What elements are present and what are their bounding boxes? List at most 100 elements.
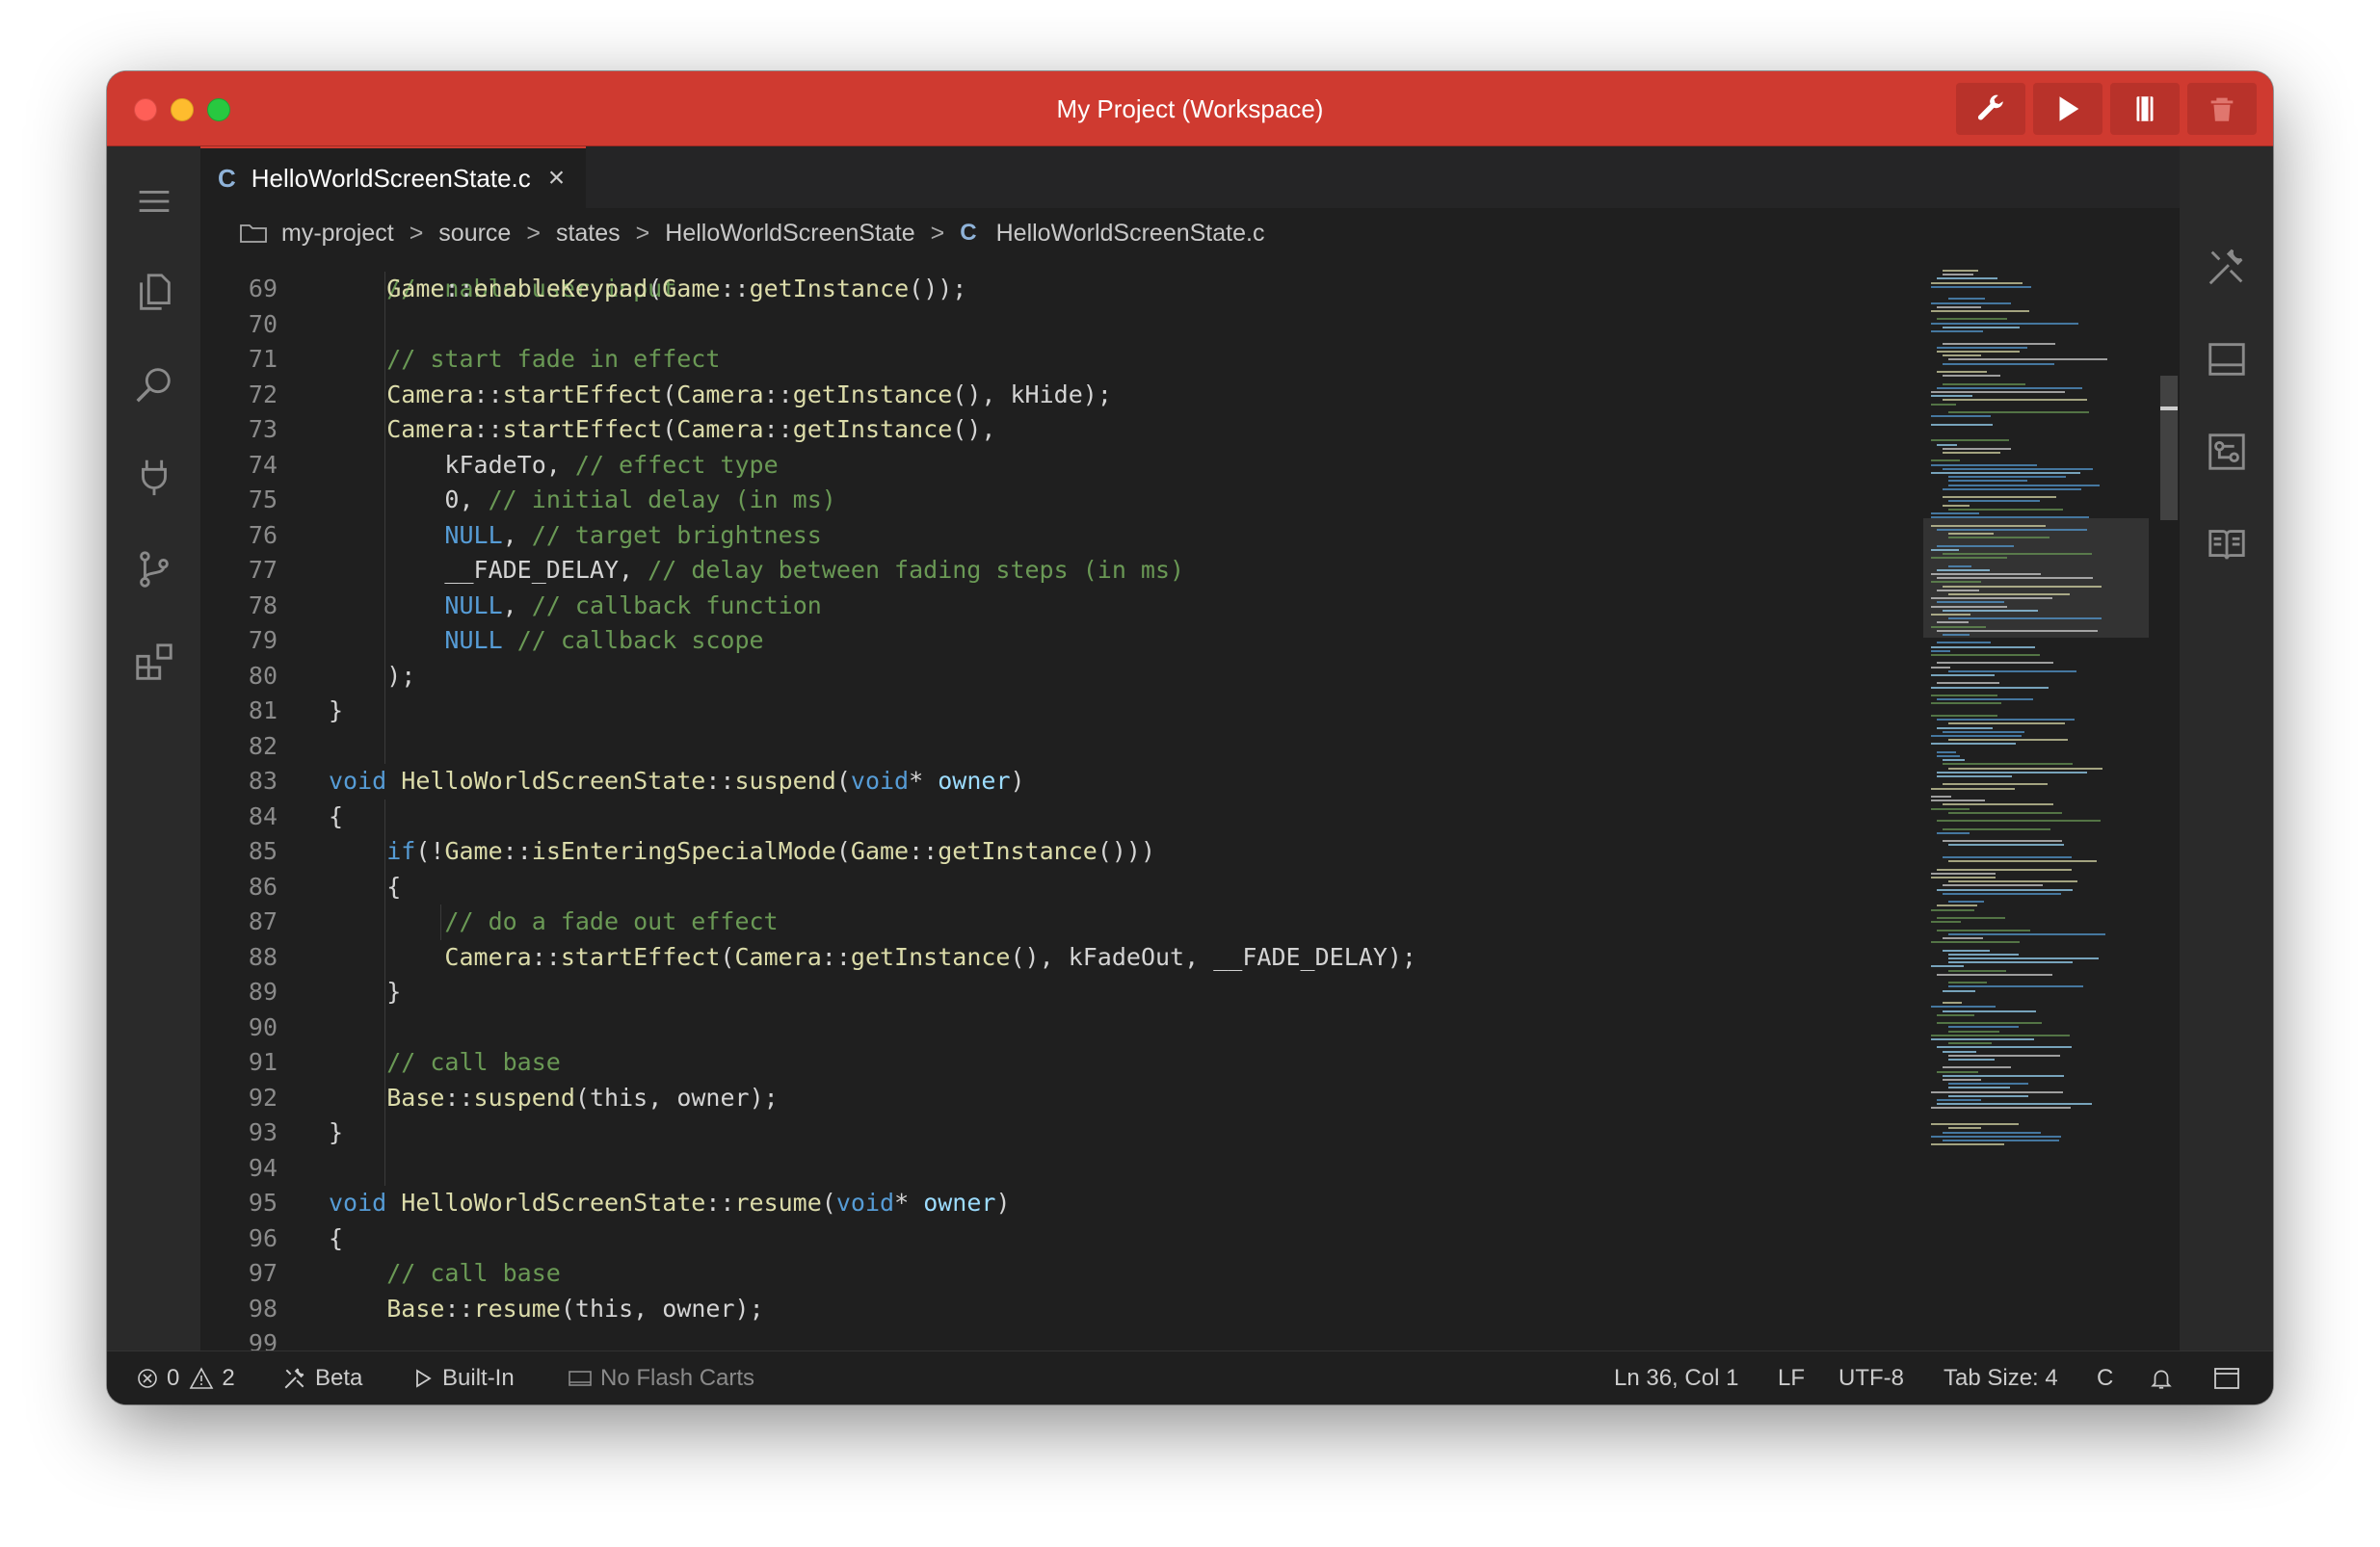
vertical-scrollbar[interactable] [2160, 376, 2178, 520]
minimap-line [1943, 1009, 2037, 1012]
plugins-button[interactable] [130, 453, 178, 501]
c-file-icon: C [960, 220, 977, 246]
minimap-line [1943, 884, 2043, 887]
minimap-line [1948, 957, 2099, 959]
minimap-line [1943, 1050, 1976, 1053]
breadcrumb-item[interactable]: states [556, 220, 621, 248]
minimap-line [1948, 982, 1988, 984]
code-line-partial: // enable user input [200, 258, 1923, 302]
documentation-button[interactable] [2203, 520, 2251, 568]
tab-bar: C HelloWorldScreenState.c × [200, 146, 2180, 208]
tab-size[interactable]: Tab Size: 4 [1944, 1351, 2058, 1404]
minimap-line [1948, 484, 2101, 486]
play-outline-icon [416, 1369, 432, 1388]
bell-icon [2151, 1370, 2172, 1389]
code-line: 76 NULL, // target brightness [200, 518, 1923, 553]
line-number: 91 [248, 1048, 278, 1076]
minimap-line [1937, 888, 2074, 891]
explorer-button[interactable] [130, 268, 178, 316]
breadcrumb-file[interactable]: HelloWorldScreenState.c [996, 220, 1265, 248]
minimap-line [1931, 557, 2007, 560]
code-editor[interactable]: // enable user input 69 Game::enableKeyp… [200, 258, 1923, 1404]
line-number: 94 [248, 1153, 278, 1182]
minimap-line [1937, 771, 2087, 774]
minimap-line [1948, 1087, 2010, 1089]
minimap-line [1943, 892, 2061, 895]
minimap-line [1948, 593, 2071, 595]
close-tab-icon[interactable]: × [548, 162, 566, 195]
minimap-line [1948, 880, 2078, 883]
layout-toggle-button[interactable] [2213, 1351, 2248, 1404]
layout-button[interactable] [2203, 428, 2251, 476]
play-icon [2059, 96, 2079, 121]
folder-icon [240, 224, 267, 243]
minimap-line [1943, 1140, 2060, 1141]
menu-button[interactable] [130, 177, 178, 225]
minimap-line [1948, 617, 2102, 620]
line-number: 81 [248, 696, 278, 724]
flash-cart-selector[interactable]: No Flash Carts [568, 1351, 754, 1404]
source-control-icon [140, 551, 169, 588]
scrollbar-cursor-marker [2160, 406, 2178, 410]
minimap-line [1943, 382, 2026, 385]
minimap-line [1931, 743, 2017, 746]
code-text: NULL // callback scope [444, 626, 764, 654]
code-line: 70 [200, 307, 1923, 342]
code-line: 85 if(!Game::isEnteringSpecialMode(Game:… [200, 834, 1923, 869]
problems-indicator[interactable]: 0 2 [136, 1351, 235, 1404]
search-icon [136, 368, 171, 403]
line-number: 76 [248, 520, 278, 549]
file-encoding[interactable]: UTF-8 [1838, 1351, 1904, 1404]
language-mode[interactable]: C [2097, 1351, 2113, 1404]
minimap-line [1943, 803, 2054, 806]
clean-button[interactable] [2187, 83, 2257, 135]
built-in-emulator[interactable]: Built-In [411, 1351, 515, 1404]
minimap-line [1943, 1131, 2041, 1134]
line-number: 98 [248, 1294, 278, 1323]
minimap-line [1937, 642, 1992, 644]
beta-indicator[interactable]: Beta [282, 1351, 362, 1404]
breadcrumb-item[interactable]: source [438, 220, 511, 248]
tab-hello-world-screen-state[interactable]: C HelloWorldScreenState.c × [200, 146, 586, 208]
cursor-position[interactable]: Ln 36, Col 1 [1614, 1351, 1738, 1404]
minimap-line [1948, 508, 2063, 511]
minimap-line [1937, 544, 2015, 547]
line-number: 77 [248, 556, 278, 584]
extensions-button[interactable] [130, 638, 178, 686]
code-text: } [329, 1118, 344, 1146]
flash-button[interactable] [2110, 83, 2180, 135]
breadcrumb-item[interactable]: HelloWorldScreenState [665, 220, 914, 248]
toggle-panel-button[interactable] [2203, 335, 2251, 383]
error-icon [138, 1369, 157, 1388]
minimap-line [1931, 1107, 2071, 1110]
code-line: 83 void HelloWorldScreenState::suspend(vo… [200, 764, 1923, 799]
code-line: 98 Base::resume(this, owner); [200, 1292, 1923, 1326]
minimap-line [1931, 512, 1980, 514]
minimap-line [1931, 302, 2011, 304]
minimap-line [1931, 463, 2038, 466]
built-in-label: Built-In [442, 1365, 515, 1391]
tools-icon [2208, 249, 2243, 285]
window-icon [2214, 1368, 2239, 1389]
minimap-line [1931, 787, 2016, 790]
minimap-line [1937, 568, 1990, 571]
source-control-button[interactable] [130, 545, 178, 593]
chevron-right-icon: > [635, 219, 650, 247]
minimap-line [1931, 1123, 2019, 1126]
minimap[interactable] [1923, 258, 2149, 1404]
search-button[interactable] [130, 360, 178, 408]
build-button[interactable] [1956, 83, 2025, 135]
line-number: 84 [248, 801, 278, 830]
line-number: 90 [248, 1012, 278, 1041]
breadcrumb-item[interactable]: my-project [281, 220, 394, 248]
code-line: 84 { [200, 800, 1923, 834]
line-ending[interactable]: LF [1778, 1351, 1805, 1404]
notifications-button[interactable] [2149, 1351, 2182, 1404]
minimap-line [1931, 1143, 2004, 1146]
run-button[interactable] [2033, 83, 2102, 135]
flash-cart-icon [569, 1371, 592, 1386]
minimap-line [1948, 1094, 2029, 1097]
tools-button[interactable] [2203, 243, 2251, 291]
minimap-line [1931, 872, 1996, 875]
minimap-line [1937, 386, 2082, 389]
